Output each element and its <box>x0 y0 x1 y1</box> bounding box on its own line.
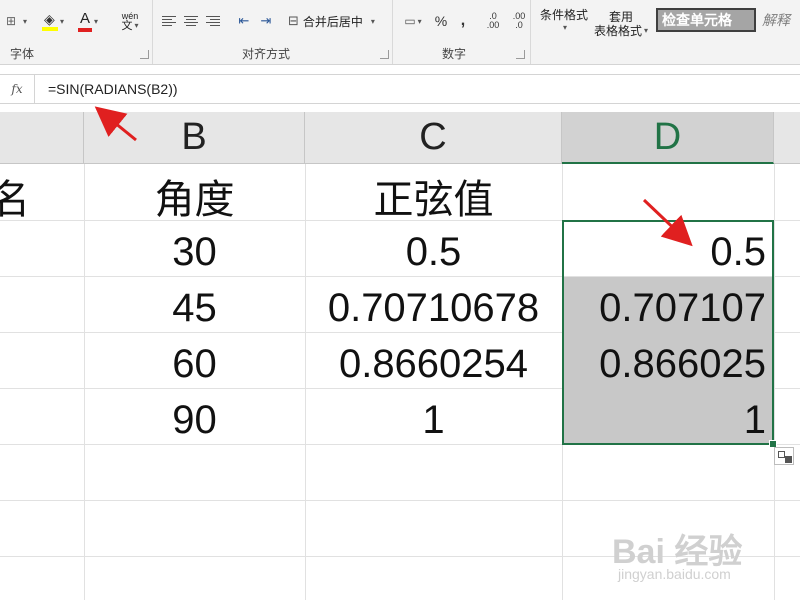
arrow-to-formula <box>94 106 137 142</box>
annotation-arrows <box>94 106 693 247</box>
arrow-to-cell-d2 <box>642 198 693 247</box>
